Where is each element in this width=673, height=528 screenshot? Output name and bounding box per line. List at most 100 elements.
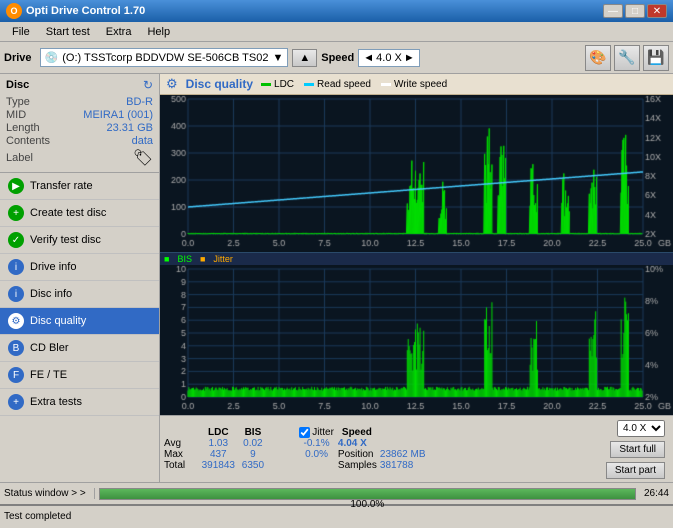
- stats-total-bis: 6350: [237, 460, 270, 471]
- drive-select[interactable]: 💿 (O:) TSSTcorp BDDVDW SE-506CB TS02 ▼: [40, 48, 289, 67]
- nav-label-transfer: Transfer rate: [30, 180, 93, 192]
- disc-length-label: Length: [6, 122, 40, 134]
- legend-read-label: Read speed: [317, 79, 371, 90]
- stats-col-bis: BIS: [237, 427, 270, 438]
- speed-dropdown[interactable]: 4.0 X: [617, 420, 665, 437]
- app-icon: O: [6, 3, 22, 19]
- drive-label: Drive: [4, 52, 32, 64]
- bottom-chart: ■ BIS ■ Jitter: [160, 253, 673, 415]
- title-bar: O Opti Drive Control 1.70 — □ ✕: [0, 0, 673, 22]
- nav-extra-tests[interactable]: + Extra tests: [0, 389, 159, 416]
- stats-samples-val: 381788: [380, 460, 426, 471]
- nav-label-quality: Disc quality: [30, 315, 86, 327]
- charts-container: ■ BIS ■ Jitter: [160, 95, 673, 415]
- stats-samples-label: Samples: [334, 460, 380, 471]
- jitter-legend-dot: ■: [200, 254, 205, 264]
- nav-label-disc: Disc info: [30, 288, 72, 300]
- speed-value: 4.0 X: [376, 52, 402, 64]
- stats-col-speed: Speed: [334, 427, 380, 438]
- nav-fe-te[interactable]: F FE / TE: [0, 362, 159, 389]
- stats-total-ldc: 391843: [200, 460, 237, 471]
- action-area: 4.0 X Start full Start part: [606, 420, 669, 479]
- drive-dropdown-icon: ▼: [272, 52, 283, 64]
- legend-read-color: [304, 83, 314, 86]
- menu-start-test[interactable]: Start test: [38, 25, 98, 39]
- speed-dropdown-row: 4.0 X: [617, 420, 665, 437]
- stats-max-jitter: 0.0%: [299, 449, 334, 460]
- minimize-button[interactable]: —: [603, 4, 623, 18]
- disc-type-value: BD-R: [126, 96, 153, 108]
- speed-label: Speed: [321, 52, 354, 64]
- disc-mid-label: MID: [6, 109, 26, 121]
- start-full-button[interactable]: Start full: [610, 441, 665, 458]
- stats-avg-jitter: -0.1%: [299, 438, 334, 449]
- status-bar: Status window > > 100.0% 26:44: [0, 482, 673, 504]
- speed-left-arrow[interactable]: ◄: [363, 52, 374, 64]
- maximize-button[interactable]: □: [625, 4, 645, 18]
- main-content: Disc ↻ Type BD-R MID MEIRA1 (001) Length…: [0, 74, 673, 482]
- nav-transfer-rate[interactable]: ▶ Transfer rate: [0, 173, 159, 200]
- nav-label-drive: Drive info: [30, 261, 76, 273]
- nav-drive-info[interactable]: i Drive info: [0, 254, 159, 281]
- stats-position-label: Position: [334, 449, 380, 460]
- nav-label-extra: Extra tests: [30, 396, 82, 408]
- nav-icon-transfer: ▶: [8, 178, 24, 194]
- stats-max-label: Max: [164, 449, 200, 460]
- nav-section: ▶ Transfer rate + Create test disc ✓ Ver…: [0, 173, 159, 482]
- chart-title-icon: ⚙: [166, 76, 178, 92]
- nav-icon-create: +: [8, 205, 24, 221]
- legend-ldc-color: [261, 83, 271, 86]
- nav-create-test[interactable]: + Create test disc: [0, 200, 159, 227]
- nav-disc-info[interactable]: i Disc info: [0, 281, 159, 308]
- disc-refresh-icon[interactable]: ↻: [143, 78, 153, 92]
- nav-label-fete: FE / TE: [30, 369, 67, 381]
- drive-text: (O:) TSSTcorp BDDVDW SE-506CB TS02: [62, 52, 268, 64]
- stats-avg-label: Avg: [164, 438, 200, 449]
- eject-button[interactable]: ▲: [292, 49, 317, 67]
- stats-row: LDC BIS Jitter Speed Avg 1.03 0.0: [160, 415, 673, 482]
- disc-section: Disc ↻ Type BD-R MID MEIRA1 (001) Length…: [0, 74, 159, 173]
- speed-right-arrow[interactable]: ►: [404, 52, 415, 64]
- chart-header: ⚙ Disc quality LDC Read speed Write spee…: [160, 74, 673, 95]
- menu-help[interactable]: Help: [139, 25, 178, 39]
- progress-text: 100.0%: [100, 499, 635, 511]
- toolbar-btn-2[interactable]: 🔧: [614, 45, 640, 71]
- disc-label-icon[interactable]: 🏷: [133, 148, 153, 168]
- nav-label-bler: CD Bler: [30, 342, 69, 354]
- stats-speed-val: 4.04 X: [334, 438, 380, 449]
- progress-bar: 100.0%: [99, 488, 636, 500]
- toolbar-btn-3[interactable]: 💾: [643, 45, 669, 71]
- nav-cd-bler[interactable]: B CD Bler: [0, 335, 159, 362]
- stats-position-val: 23862 MB: [380, 449, 426, 460]
- nav-icon-extra: +: [8, 394, 24, 410]
- disc-type-label: Type: [6, 96, 30, 108]
- status-window-label[interactable]: Status window > >: [4, 488, 95, 499]
- top-chart-canvas: [160, 95, 673, 252]
- menu-file[interactable]: File: [4, 25, 38, 39]
- speed-select[interactable]: ◄ 4.0 X ►: [358, 49, 419, 67]
- nav-verify-test[interactable]: ✓ Verify test disc: [0, 227, 159, 254]
- nav-label-create: Create test disc: [30, 207, 106, 219]
- stats-col-ldc: LDC: [200, 427, 237, 438]
- disc-title: Disc: [6, 79, 29, 91]
- stats-avg-ldc: 1.03: [200, 438, 237, 449]
- stats-table: LDC BIS Jitter Speed Avg 1.03 0.0: [164, 427, 426, 471]
- nav-disc-quality[interactable]: ⚙ Disc quality: [0, 308, 159, 335]
- close-button[interactable]: ✕: [647, 4, 667, 18]
- menu-extra[interactable]: Extra: [98, 25, 140, 39]
- sidebar: Disc ↻ Type BD-R MID MEIRA1 (001) Length…: [0, 74, 160, 482]
- jitter-checkbox-label[interactable]: Jitter: [299, 427, 334, 438]
- bis-legend: ■: [164, 254, 169, 264]
- nav-icon-quality: ⚙: [8, 313, 24, 329]
- jitter-label: Jitter: [213, 254, 233, 264]
- stats-max-bis: 9: [237, 449, 270, 460]
- disc-contents-value: data: [132, 135, 153, 147]
- jitter-col-label: Jitter: [312, 427, 334, 438]
- stats-avg-bis: 0.02: [237, 438, 270, 449]
- app-title: Opti Drive Control 1.70: [26, 5, 145, 17]
- start-part-button[interactable]: Start part: [606, 462, 665, 479]
- jitter-checkbox[interactable]: [299, 427, 310, 438]
- toolbar-btn-1[interactable]: 🎨: [585, 45, 611, 71]
- bottom-chart-canvas: [160, 265, 673, 415]
- nav-icon-drive: i: [8, 259, 24, 275]
